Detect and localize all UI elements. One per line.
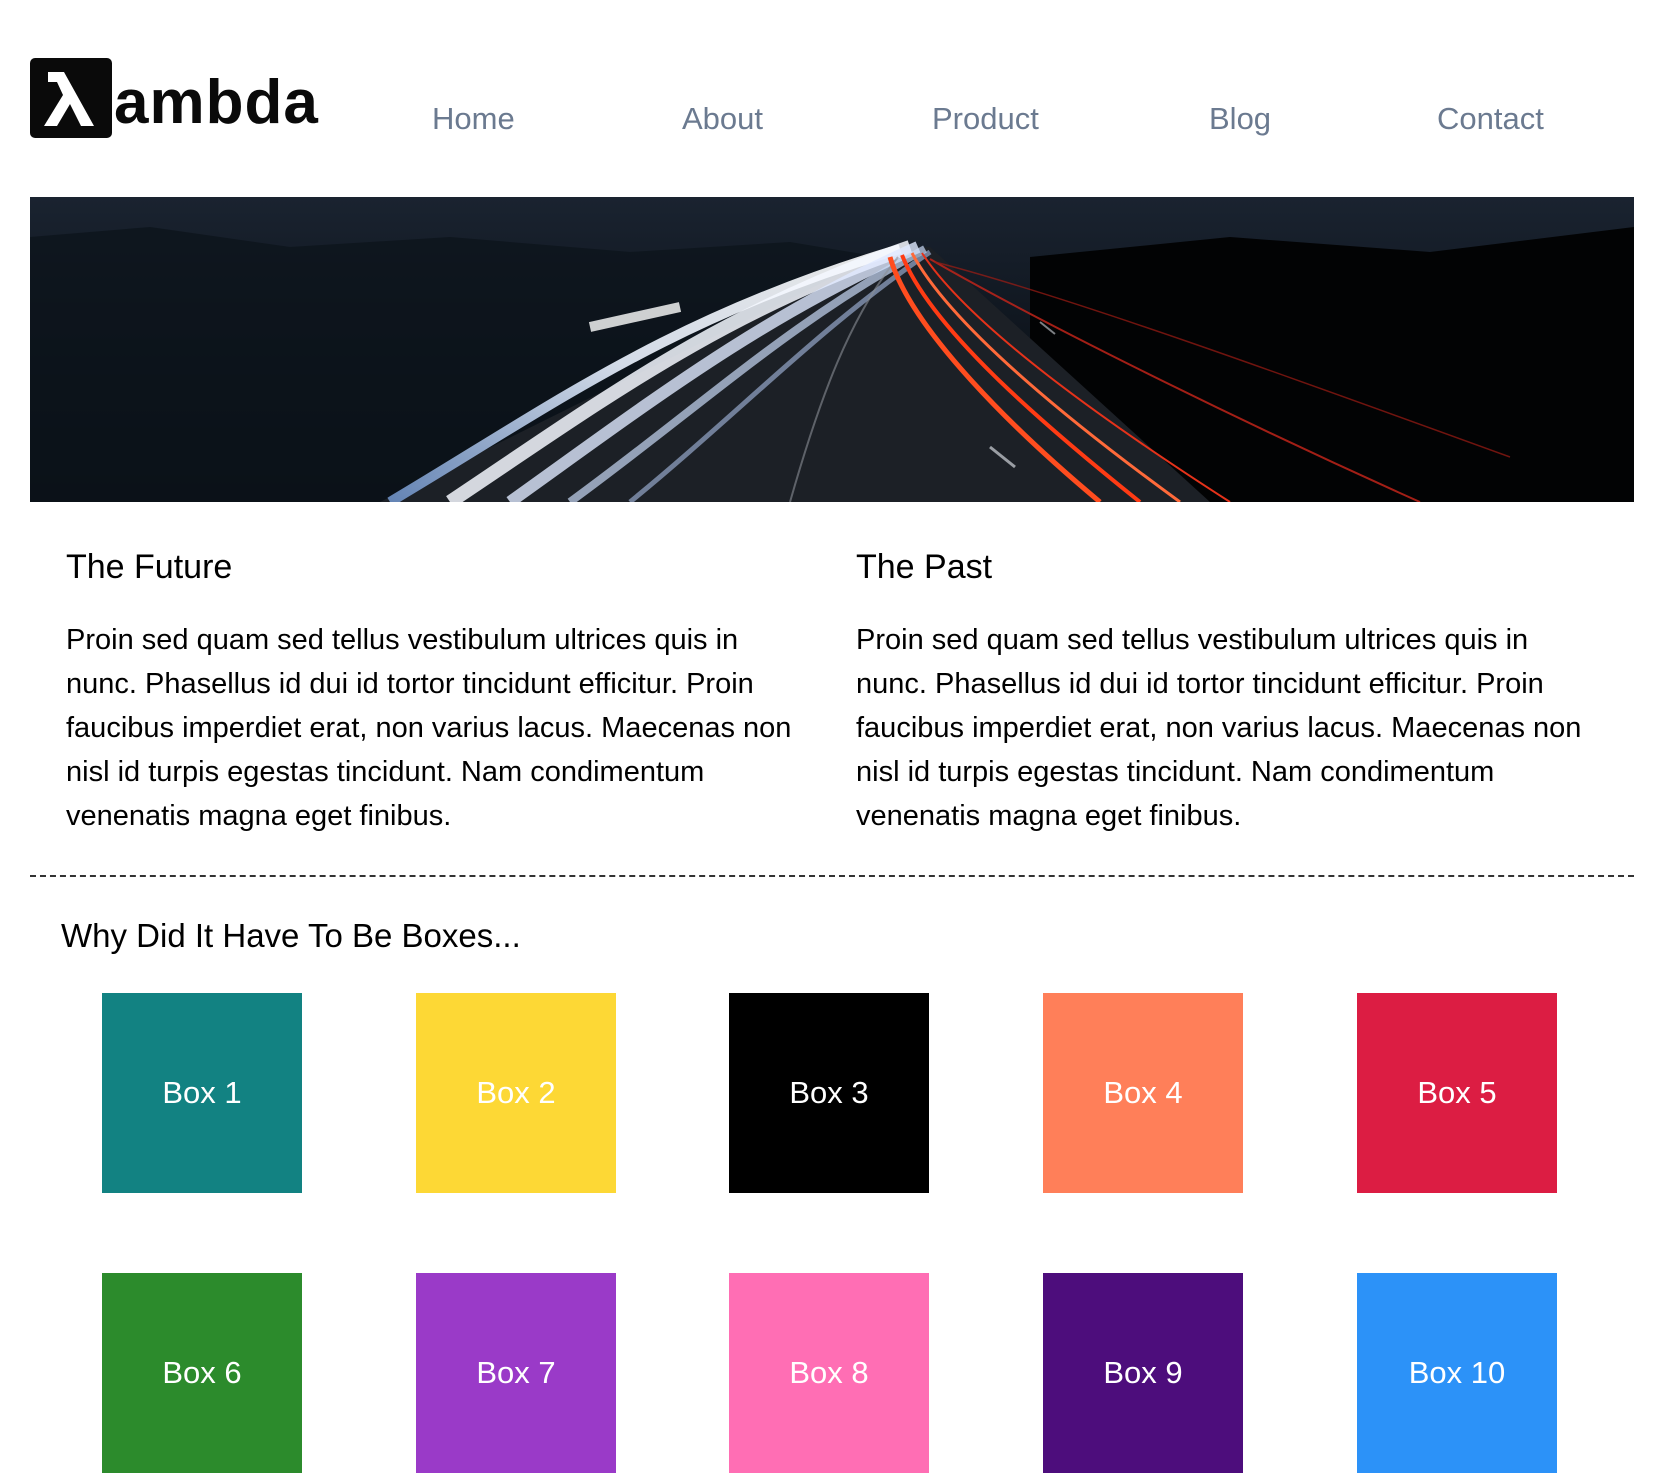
column-heading: The Past [856,548,993,586]
highway-light-trails-image [30,197,1634,502]
hero-image [30,197,1634,502]
nav-link-blog[interactable]: Blog [1209,96,1271,142]
column-body: Proin sed quam sed tellus vestibulum ult… [66,624,792,832]
section-divider [30,875,1634,877]
box-2[interactable]: Box 2 [416,993,616,1193]
box-6[interactable]: Box 6 [102,1273,302,1473]
box-9[interactable]: Box 9 [1043,1273,1243,1473]
box-7[interactable]: Box 7 [416,1273,616,1473]
box-3[interactable]: Box 3 [729,993,929,1193]
box-4[interactable]: Box 4 [1043,993,1243,1193]
nav-link-home[interactable]: Home [432,96,515,142]
box-10[interactable]: Box 10 [1357,1273,1557,1473]
box-8[interactable]: Box 8 [729,1273,929,1473]
column-past: The Past Proin sed quam sed tellus vesti… [856,540,1596,838]
nav-link-product[interactable]: Product [932,96,1039,142]
main-nav: Home About Product Blog Contact [0,96,1654,146]
box-5[interactable]: Box 5 [1357,993,1557,1193]
box-1[interactable]: Box 1 [102,993,302,1193]
column-heading: The Future [66,548,233,586]
site-header: ambda Home About Product Blog Contact [0,0,1654,190]
nav-link-contact[interactable]: Contact [1437,96,1544,142]
boxes-section-title: Why Did It Have To Be Boxes... [61,917,521,954]
column-body: Proin sed quam sed tellus vestibulum ult… [856,624,1582,832]
nav-link-about[interactable]: About [682,96,763,142]
column-future: The Future Proin sed quam sed tellus ves… [66,540,806,838]
